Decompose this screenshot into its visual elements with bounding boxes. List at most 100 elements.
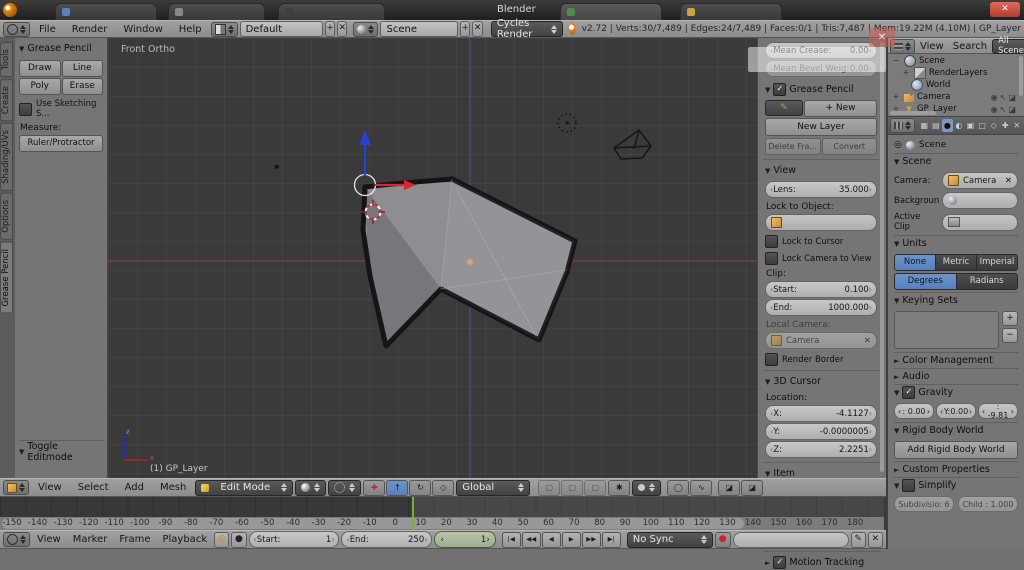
gp-new-button[interactable]: + New xyxy=(804,100,877,117)
menu-render[interactable]: Render xyxy=(65,24,115,35)
tab-world[interactable]: ◐ xyxy=(954,119,965,132)
grease-pencil-panel-header[interactable]: ▼ Grease Pencil xyxy=(19,41,103,56)
mode-dropdown[interactable]: Edit Mode xyxy=(195,480,293,496)
unit-metric-button[interactable]: Metric xyxy=(936,255,977,270)
npanel-scrollbar[interactable] xyxy=(880,42,884,472)
tab-options[interactable]: Options xyxy=(0,193,13,240)
manipulator-scale-button[interactable]: ◇ xyxy=(432,480,454,496)
cursor-y-slider[interactable]: ‹ Y: -0.0000005 › xyxy=(765,423,877,440)
renderability-icon[interactable]: ◪ xyxy=(1008,93,1016,102)
disclosure-icon[interactable]: − xyxy=(891,56,901,66)
outliner-row-renderlayers[interactable]: + RenderLayers xyxy=(891,67,1024,79)
window-tab[interactable] xyxy=(278,3,385,21)
outliner-label[interactable]: World xyxy=(926,80,950,90)
manipulator-translate-button[interactable]: ↑ xyxy=(386,480,408,496)
window-tab[interactable] xyxy=(168,3,265,21)
simplify-subdivision-field[interactable]: Subdivisio: 6 xyxy=(894,496,954,512)
scene-add-button[interactable]: + xyxy=(460,21,470,37)
timeline-menu-playback[interactable]: Playback xyxy=(157,534,212,545)
simplify-panel-header[interactable]: ▼ Simplify xyxy=(894,477,1018,493)
custom-properties-panel-header[interactable]: ► Custom Properties xyxy=(894,461,1018,477)
gp-source-dropdown[interactable]: ✎ xyxy=(765,100,803,116)
line-button[interactable]: Line xyxy=(62,60,104,77)
tab-data[interactable]: ✚ xyxy=(1000,119,1011,132)
manipulator-axis-button[interactable]: ✚ xyxy=(363,480,385,496)
cursor3d-panel-header[interactable]: ▼ 3D Cursor xyxy=(765,374,877,389)
motion-tracking-checkbox[interactable]: ✓ xyxy=(773,556,786,569)
erase-button[interactable]: Erase xyxy=(62,78,104,95)
lock-to-cursor-checkbox[interactable] xyxy=(765,235,778,248)
tab-physics[interactable]: ✕ xyxy=(1012,119,1023,132)
scene-panel-header[interactable]: ▼ Scene xyxy=(894,153,1018,169)
gravity-y-field[interactable]: ‹Y:0.00› xyxy=(936,403,976,419)
lens-slider[interactable]: ‹ Lens: 35.000 › xyxy=(765,181,877,198)
renderability-icon[interactable]: ◪ xyxy=(1008,105,1016,114)
grease-pencil-checkbox[interactable]: ✓ xyxy=(773,83,786,96)
current-frame-field[interactable]: ‹ 1 › xyxy=(434,531,495,548)
snap-element-dropdown[interactable] xyxy=(632,480,661,496)
screen-layout-field[interactable]: Default xyxy=(240,21,323,37)
properties-editor-type-button[interactable] xyxy=(890,118,915,133)
menu-add[interactable]: Add xyxy=(118,482,151,493)
timeline-menu-frame[interactable]: Frame xyxy=(114,534,155,545)
poly-button[interactable]: Poly xyxy=(19,78,61,95)
scene-delete-button[interactable]: ✕ xyxy=(472,21,482,37)
lock-frame-button[interactable]: ● xyxy=(231,532,246,548)
render-border-checkbox[interactable] xyxy=(765,353,778,366)
outliner-hscrollbar[interactable] xyxy=(890,111,936,115)
visibility-eye-icon[interactable]: ◉ xyxy=(991,105,998,114)
menu-file[interactable]: File xyxy=(32,24,63,35)
np-grease-pencil-panel-header[interactable]: ▼ ✓ Grease Pencil xyxy=(765,82,877,97)
simplify-child-field[interactable]: Child : 1.000 xyxy=(958,496,1018,512)
timeline-editor-type-button[interactable] xyxy=(3,532,30,547)
timeline-menu-view[interactable]: View xyxy=(32,534,66,545)
snap-toggle-button[interactable]: ✱ xyxy=(608,480,630,496)
timeline-ruler[interactable]: -150-140-130-120-110-100-90-80-70-60-50-… xyxy=(0,517,884,530)
pivot-dropdown[interactable] xyxy=(328,480,361,496)
cursor-x-slider[interactable]: ‹ X: -4.1127 › xyxy=(765,405,877,422)
tab-object[interactable]: ▣ xyxy=(965,119,976,132)
disclosure-icon[interactable]: + xyxy=(891,92,901,102)
window-close-button[interactable]: ✕ xyxy=(990,2,1020,17)
delete-frame-button[interactable]: Delete Fra... xyxy=(765,138,821,155)
camera-field[interactable]: Camera ✕ xyxy=(942,172,1018,189)
scene-field[interactable]: Scene xyxy=(380,21,458,37)
tab-create[interactable]: Create xyxy=(0,79,13,121)
clip-start-slider[interactable]: ‹ Start: 0.100 › xyxy=(765,281,877,298)
window-tab[interactable] xyxy=(560,3,662,21)
outliner-label[interactable]: Camera xyxy=(917,92,950,102)
manipulator-rotate-button[interactable]: ↻ xyxy=(409,480,431,496)
screen-layout-icon-button[interactable] xyxy=(211,22,238,37)
delete-keyframe-button[interactable]: ✕ xyxy=(868,532,883,548)
rigid-body-panel-header[interactable]: ▼ Rigid Body World xyxy=(894,422,1018,438)
proportional-edit-button[interactable]: ◯ xyxy=(667,480,689,496)
gravity-checkbox[interactable]: ✓ xyxy=(902,386,915,399)
sync-dropdown[interactable]: No Sync xyxy=(627,532,713,548)
viewport-shading-dropdown[interactable] xyxy=(295,480,326,496)
pin-icon[interactable]: ◎ xyxy=(894,140,902,150)
layout-delete-button[interactable]: ✕ xyxy=(337,21,347,37)
orientation-dropdown[interactable]: Global xyxy=(456,480,530,496)
gravity-panel-header[interactable]: ▼ ✓ Gravity xyxy=(894,384,1018,400)
disclosure-icon[interactable]: + xyxy=(901,68,911,78)
render-opengl-button[interactable]: ◪ xyxy=(718,480,740,496)
tab-constraints[interactable]: □ xyxy=(977,119,988,132)
active-clip-field[interactable] xyxy=(942,214,1018,231)
unit-imperial-button[interactable]: Imperial xyxy=(977,255,1017,270)
layer-visible-button[interactable]: ▢ xyxy=(561,480,583,496)
outliner-menu-view[interactable]: View xyxy=(916,41,948,52)
new-layer-button[interactable]: New Layer xyxy=(765,118,877,136)
editor-type-button[interactable] xyxy=(3,22,30,37)
keying-set-field[interactable] xyxy=(733,532,849,548)
tab-shading-uvs[interactable]: Shading/UVs xyxy=(0,123,13,191)
toggle-editmode-panel-header[interactable]: ▼ Toggle Editmode xyxy=(19,440,103,459)
current-frame-line[interactable] xyxy=(412,497,414,530)
gravity-x-field[interactable]: ‹: 0.00› xyxy=(894,403,934,419)
background-field[interactable] xyxy=(942,192,1018,209)
render-opengl-anim-button[interactable]: ◪ xyxy=(741,480,763,496)
window-tab[interactable] xyxy=(55,3,157,21)
outliner-filter-dropdown[interactable]: All Scenes xyxy=(992,39,1024,54)
timeline-menu-marker[interactable]: Marker xyxy=(68,534,113,545)
tab-modifiers[interactable]: ◇ xyxy=(988,119,999,132)
clear-icon[interactable]: ✕ xyxy=(1005,176,1012,186)
